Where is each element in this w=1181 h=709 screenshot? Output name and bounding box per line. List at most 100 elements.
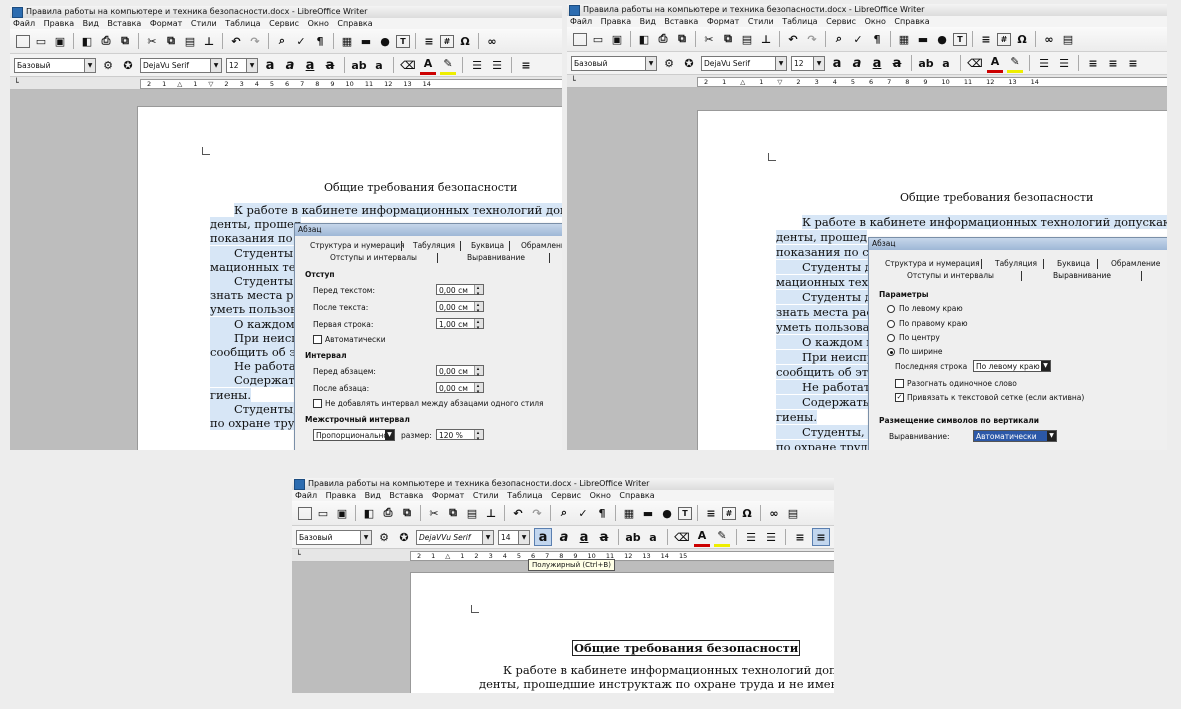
special-char-icon[interactable]: Ω — [1014, 31, 1030, 47]
after-text-spinner[interactable]: 0,00 см — [436, 301, 484, 312]
paragraph-dialog[interactable]: Абзац Структура и нумерация Табуляция Бу… — [294, 223, 562, 450]
field-icon[interactable]: # — [440, 34, 454, 48]
new-style-icon[interactable]: ✪ — [396, 529, 412, 545]
before-paragraph-spinner[interactable]: 0,00 см — [436, 365, 484, 376]
formatting-marks-icon[interactable]: ¶ — [869, 31, 885, 47]
indent-marker-icon[interactable]: △ — [740, 78, 745, 86]
document-page[interactable]: Общие требования безопасности К работе в… — [410, 572, 834, 693]
align-right-icon[interactable]: ≡ — [1125, 55, 1141, 71]
tab-stop-icon[interactable]: └ — [296, 550, 301, 559]
find-replace-icon[interactable]: ⌕ — [274, 33, 290, 49]
font-size-combo[interactable]: 12 ▼ — [226, 57, 258, 73]
tab-borders[interactable]: Обрамление — [1111, 259, 1160, 268]
open-icon[interactable]: ▭ — [315, 505, 331, 521]
last-line-select[interactable]: По левому краю ▼ — [973, 360, 1051, 372]
print-preview-icon[interactable]: ⧉ — [674, 31, 690, 47]
align-left-icon[interactable]: ≡ — [1085, 55, 1101, 71]
before-text-spinner[interactable]: 0,00 см — [436, 284, 484, 295]
print-icon[interactable]: ⎙ — [380, 505, 396, 521]
size-spinner[interactable]: 120 % — [436, 429, 484, 440]
italic-icon[interactable]: a — [556, 529, 572, 545]
special-char-icon[interactable]: Ω — [739, 505, 755, 521]
strikethrough-icon[interactable]: a — [889, 55, 905, 71]
underline-icon[interactable]: a — [302, 57, 318, 73]
menu-insert[interactable]: Вставка — [386, 491, 426, 500]
tab-indents-spacing[interactable]: Отступы и интервалы — [330, 253, 417, 262]
tab-drop-caps[interactable]: Буквица — [1057, 259, 1090, 268]
update-style-icon[interactable]: ⚙ — [661, 55, 677, 71]
menu-styles[interactable]: Стили — [745, 17, 777, 26]
bullets-icon[interactable]: ☰ — [469, 57, 485, 73]
no-space-checkbox[interactable] — [313, 399, 322, 408]
clone-format-icon[interactable]: ⊥ — [201, 33, 217, 49]
chart-icon[interactable]: ● — [377, 33, 393, 49]
document-page[interactable]: Общие требования безопасности К работе в… — [697, 110, 1167, 450]
paragraph-dialog[interactable]: Абзац Структура и нумерация Табуляция Бу… — [868, 237, 1167, 450]
bullets-icon[interactable]: ☰ — [743, 529, 759, 545]
image-icon[interactable]: ▬ — [640, 505, 656, 521]
table-icon[interactable]: ▦ — [339, 33, 355, 49]
menu-file[interactable]: Файл — [292, 491, 320, 500]
table-icon[interactable]: ▦ — [896, 31, 912, 47]
hyperlink-icon[interactable]: ∞ — [766, 505, 782, 521]
superscript-icon[interactable]: ab — [351, 57, 367, 73]
menu-edit[interactable]: Правка — [323, 491, 359, 500]
footnote-icon[interactable]: ▤ — [785, 505, 801, 521]
font-size-combo[interactable]: 14 ▼ — [498, 529, 530, 545]
subscript-icon[interactable]: a — [645, 529, 661, 545]
new-icon[interactable] — [16, 34, 30, 48]
save-icon[interactable]: ▣ — [334, 505, 350, 521]
page-break-icon[interactable]: ≡ — [978, 31, 994, 47]
menu-help[interactable]: Справка — [334, 19, 375, 28]
numbering-icon[interactable]: ☰ — [763, 529, 779, 545]
superscript-icon[interactable]: ab — [918, 55, 934, 71]
underline-icon[interactable]: a — [869, 55, 885, 71]
hyperlink-icon[interactable]: ∞ — [484, 33, 500, 49]
font-color-icon[interactable]: A — [987, 54, 1003, 73]
subscript-icon[interactable]: a — [371, 57, 387, 73]
align-left-icon[interactable]: ≡ — [792, 529, 808, 545]
menu-edit[interactable]: Правка — [598, 17, 634, 26]
indent-marker-icon[interactable]: △ — [445, 552, 450, 560]
menu-styles[interactable]: Стили — [470, 491, 502, 500]
chart-icon[interactable]: ● — [659, 505, 675, 521]
font-color-icon[interactable]: A — [694, 528, 710, 547]
menu-help[interactable]: Справка — [616, 491, 657, 500]
paste-icon[interactable]: ▤ — [182, 33, 198, 49]
table-icon[interactable]: ▦ — [621, 505, 637, 521]
document-page[interactable]: Общие требования безопасности К работе в… — [137, 106, 562, 450]
chart-icon[interactable]: ● — [934, 31, 950, 47]
field-icon[interactable]: # — [722, 506, 736, 520]
tab-alignment[interactable]: Выравнивание — [467, 253, 525, 262]
cut-icon[interactable]: ✂ — [426, 505, 442, 521]
tab-outline-numbering[interactable]: Структура и нумерация — [310, 241, 405, 250]
menu-tools[interactable]: Сервис — [823, 17, 859, 26]
menu-table[interactable]: Таблица — [779, 17, 820, 26]
print-icon[interactable]: ⎙ — [655, 31, 671, 47]
font-name-combo[interactable]: DejaVVu Serif ▼ — [416, 529, 494, 545]
align-center-icon[interactable]: ≡ — [1105, 55, 1121, 71]
italic-icon[interactable]: a — [849, 55, 865, 71]
print-icon[interactable]: ⎙ — [98, 33, 114, 49]
bullets-icon[interactable]: ☰ — [1036, 55, 1052, 71]
subscript-icon[interactable]: a — [938, 55, 954, 71]
snap-grid-checkbox[interactable]: ✓ — [895, 393, 904, 402]
font-color-icon[interactable]: A — [420, 56, 436, 75]
tab-indents-spacing[interactable]: Отступы и интервалы — [907, 271, 994, 280]
print-preview-icon[interactable]: ⧉ — [117, 33, 133, 49]
clear-formatting-icon[interactable]: ⌫ — [400, 57, 416, 73]
menu-window[interactable]: Окно — [587, 491, 614, 500]
paste-icon[interactable]: ▤ — [464, 505, 480, 521]
tab-borders[interactable]: Обрамлени — [521, 241, 562, 250]
paste-icon[interactable]: ▤ — [739, 31, 755, 47]
menu-window[interactable]: Окно — [305, 19, 332, 28]
menu-format[interactable]: Формат — [704, 17, 742, 26]
first-line-spinner[interactable]: 1,00 см — [436, 318, 484, 329]
align-center-radio[interactable] — [887, 334, 895, 342]
bold-icon[interactable]: a — [829, 55, 845, 71]
strikethrough-icon[interactable]: a — [596, 529, 612, 545]
cut-icon[interactable]: ✂ — [701, 31, 717, 47]
highlight-icon[interactable]: ✎ — [440, 56, 456, 75]
italic-icon[interactable]: a — [282, 57, 298, 73]
undo-icon[interactable]: ↶ — [785, 31, 801, 47]
